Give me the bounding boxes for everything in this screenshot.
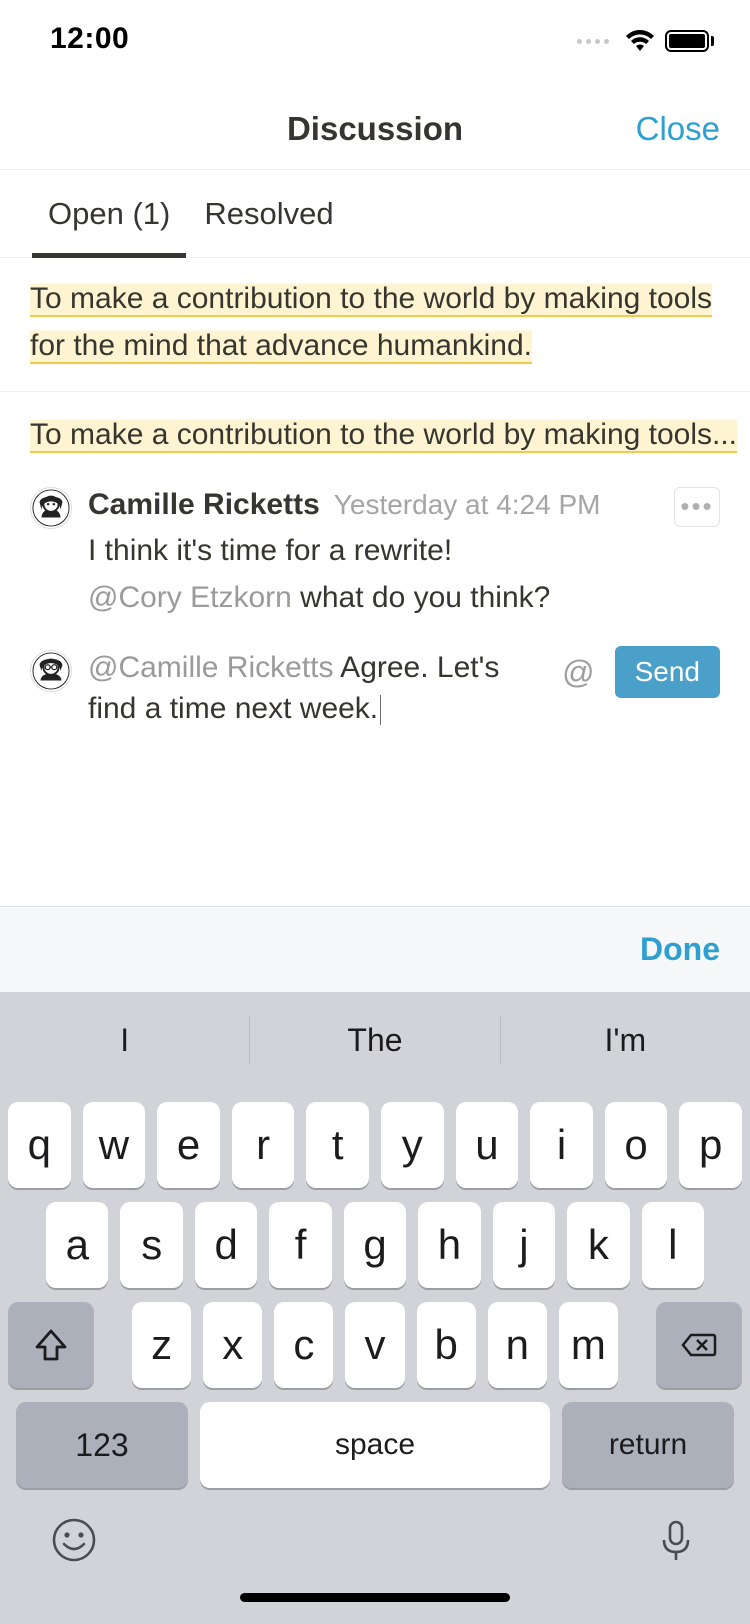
key-q[interactable]: q (8, 1102, 71, 1188)
reply-row: @Camille Ricketts Agree. Let's find a ti… (30, 648, 720, 729)
page-title: Discussion (287, 110, 463, 148)
comment-timestamp: Yesterday at 4:24 PM (334, 486, 601, 524)
comment-text-line1: I think it's time for a rewrite! (88, 531, 720, 572)
key-u[interactable]: u (456, 1102, 519, 1188)
suggestion[interactable]: I'm (501, 1022, 750, 1059)
key-v[interactable]: v (345, 1302, 404, 1388)
comment-author: Camille Ricketts (88, 485, 320, 526)
suggestion[interactable]: The (250, 1022, 499, 1059)
key-return[interactable]: return (562, 1402, 734, 1488)
key-o[interactable]: o (605, 1102, 668, 1188)
key-backspace[interactable] (656, 1302, 742, 1388)
key-d[interactable]: d (195, 1202, 257, 1288)
key-g[interactable]: g (344, 1202, 406, 1288)
mention[interactable]: @Cory Etzkorn (88, 581, 292, 614)
status-icons (577, 30, 714, 52)
key-space[interactable]: space (200, 1402, 550, 1488)
battery-icon (665, 30, 714, 52)
key-f[interactable]: f (269, 1202, 331, 1288)
keyboard-toolbar: Done (0, 906, 750, 992)
reply-input[interactable]: @Camille Ricketts Agree. Let's find a ti… (88, 648, 720, 729)
key-m[interactable]: m (559, 1302, 618, 1388)
highlighted-text: To make a contribution to the world by m… (30, 282, 712, 364)
key-h[interactable]: h (418, 1202, 480, 1288)
context-highlight-truncated: To make a contribution to the world by m… (0, 392, 750, 471)
highlighted-text: To make a contribution to the world by m… (30, 418, 737, 453)
key-c[interactable]: c (274, 1302, 333, 1388)
mention[interactable]: @Camille Ricketts (88, 651, 334, 684)
comment-text-line2: @Cory Etzkorn what do you think? (88, 578, 720, 619)
key-a[interactable]: a (46, 1202, 108, 1288)
key-e[interactable]: e (157, 1102, 220, 1188)
avatar (30, 650, 72, 692)
more-options-button[interactable]: ••• (674, 487, 720, 527)
send-button[interactable]: Send (615, 646, 720, 698)
mic-icon[interactable] (652, 1516, 700, 1569)
comment-text-rest: what do you think? (292, 581, 551, 614)
key-l[interactable]: l (642, 1202, 704, 1288)
tab-open[interactable]: Open (1) (48, 170, 170, 257)
key-x[interactable]: x (203, 1302, 262, 1388)
key-shift[interactable] (8, 1302, 94, 1388)
key-s[interactable]: s (120, 1202, 182, 1288)
wifi-icon (625, 30, 655, 52)
text-caret (380, 695, 381, 725)
status-bar: 12:00 (0, 0, 750, 88)
key-i[interactable]: i (530, 1102, 593, 1188)
tab-resolved[interactable]: Resolved (204, 170, 333, 257)
key-j[interactable]: j (493, 1202, 555, 1288)
suggestion[interactable]: I (0, 1022, 249, 1059)
context-highlight-full: To make a contribution to the world by m… (0, 258, 750, 392)
keyboard-done-button[interactable]: Done (640, 931, 720, 968)
key-b[interactable]: b (417, 1302, 476, 1388)
close-button[interactable]: Close (636, 110, 720, 148)
tabs: Open (1) Resolved (0, 170, 750, 258)
keyboard-bottom-bar (0, 1488, 750, 1579)
avatar (30, 487, 72, 529)
key-w[interactable]: w (83, 1102, 146, 1188)
comment-body: Camille Ricketts Yesterday at 4:24 PM I … (88, 485, 720, 619)
status-time: 12:00 (50, 22, 129, 56)
key-z[interactable]: z (132, 1302, 191, 1388)
mention-at-button[interactable]: @ (562, 654, 594, 691)
keyboard-row-2: a s d f g h j k l (8, 1202, 742, 1288)
keyboard-row-3: z x c v b n m (8, 1302, 742, 1388)
keyboard-container: Done I The I'm q w e r t y u i o p a (0, 906, 750, 1624)
emoji-icon[interactable] (50, 1516, 98, 1569)
cell-signal-dots (577, 39, 609, 44)
keyboard-suggestions: I The I'm (0, 992, 750, 1088)
key-r[interactable]: r (232, 1102, 295, 1188)
key-n[interactable]: n (488, 1302, 547, 1388)
home-indicator[interactable] (240, 1593, 510, 1602)
header: Discussion Close (0, 88, 750, 170)
key-y[interactable]: y (381, 1102, 444, 1188)
comment-thread: Camille Ricketts Yesterday at 4:24 PM I … (0, 485, 750, 730)
comment: Camille Ricketts Yesterday at 4:24 PM I … (30, 485, 720, 619)
key-p[interactable]: p (679, 1102, 742, 1188)
keyboard-row-4: 123 space return (8, 1402, 742, 1488)
keyboard: I The I'm q w e r t y u i o p a s d (0, 992, 750, 1624)
key-k[interactable]: k (567, 1202, 629, 1288)
key-t[interactable]: t (306, 1102, 369, 1188)
keyboard-row-1: q w e r t y u i o p (8, 1102, 742, 1188)
key-123[interactable]: 123 (16, 1402, 188, 1488)
